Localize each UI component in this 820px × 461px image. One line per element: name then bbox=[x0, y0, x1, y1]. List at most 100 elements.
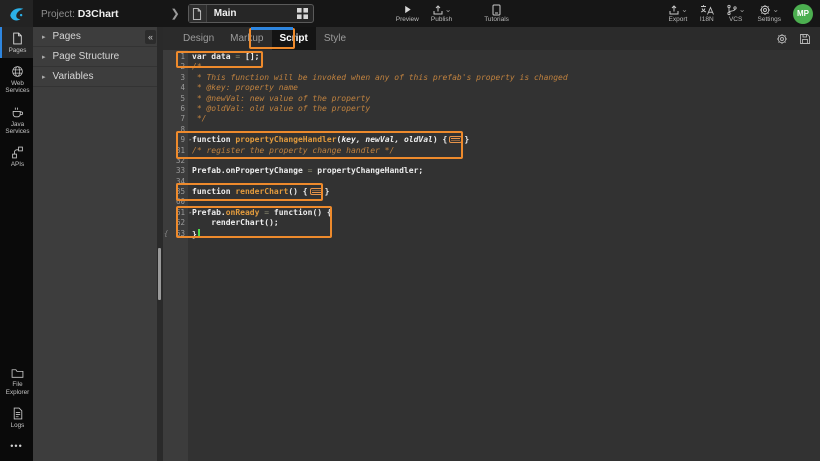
code-line-text[interactable] bbox=[188, 197, 192, 207]
code-line-text[interactable]: * This function will be invoked when any… bbox=[188, 73, 568, 83]
user-avatar[interactable]: MP bbox=[793, 4, 813, 24]
line-number: 8 bbox=[163, 125, 188, 135]
code-line-text[interactable]: function renderChart() {} bbox=[188, 187, 329, 197]
sidebar-item-web-services[interactable]: Web Services bbox=[0, 60, 33, 98]
code-content[interactable]: 1var data = [];2/*3 * This function will… bbox=[163, 52, 820, 239]
panel-section-variables[interactable]: ▸ Variables bbox=[33, 67, 157, 87]
tab-script[interactable]: Script bbox=[272, 27, 316, 50]
pages-panel: ▸ Pages « ▸ Page Structure ▸ Variables bbox=[33, 27, 157, 461]
code-line-text[interactable]: Prefab.onReady = function() { bbox=[188, 208, 332, 218]
code-line[interactable]: 34 bbox=[163, 177, 820, 187]
line-number: 3 bbox=[163, 73, 188, 83]
gear-icon bbox=[759, 4, 771, 16]
fold-arrow-icon[interactable]: ▸ bbox=[189, 135, 192, 145]
line-number: 34 bbox=[163, 177, 188, 187]
code-line-text[interactable]: renderChart(); bbox=[188, 218, 279, 228]
more-options-icon[interactable]: ••• bbox=[0, 435, 33, 457]
sidebar-item-label: Web Services bbox=[2, 80, 33, 94]
code-line[interactable]: 3 * This function will be invoked when a… bbox=[163, 73, 820, 83]
logs-icon bbox=[12, 407, 24, 420]
code-line-text[interactable]: */ bbox=[188, 114, 206, 124]
tab-markup[interactable]: Markup bbox=[222, 27, 271, 50]
line-number: 31 bbox=[163, 146, 188, 156]
settings-button[interactable]: ⌄ Settings bbox=[758, 3, 782, 24]
sidebar-item-label: Logs bbox=[11, 422, 25, 429]
save-icon[interactable] bbox=[799, 33, 811, 45]
export-label: Export bbox=[669, 17, 688, 24]
editor-strip-icons bbox=[776, 27, 811, 50]
panel-section-page-structure[interactable]: ▸ Page Structure bbox=[33, 47, 157, 67]
wavemaker-logo[interactable] bbox=[0, 0, 33, 27]
code-line-text[interactable]: function propertyChangeHandler(key, newV… bbox=[188, 135, 469, 145]
editor-tab-strip: Design Markup Script Style bbox=[163, 27, 820, 50]
sidebar-item-apis[interactable]: APIs bbox=[0, 141, 33, 172]
code-line[interactable]: 62 renderChart(); bbox=[163, 218, 820, 228]
code-line-text[interactable]: * @oldVal: old value of the property bbox=[188, 104, 370, 114]
collapsed-code-icon[interactable] bbox=[310, 188, 323, 195]
code-line-text[interactable] bbox=[188, 156, 192, 166]
line-number: 61▸ bbox=[163, 208, 188, 218]
panel-scrollbar[interactable] bbox=[157, 27, 163, 461]
code-line[interactable]: 7 */ bbox=[163, 114, 820, 124]
code-line-text[interactable]: /* register the property change handler … bbox=[188, 146, 394, 156]
code-line[interactable]: 8 bbox=[163, 125, 820, 135]
web-services-icon bbox=[11, 65, 24, 78]
script-editor[interactable]: 1var data = [];2/*3 * This function will… bbox=[163, 50, 820, 461]
tab-design[interactable]: Design bbox=[175, 27, 222, 50]
sidebar-item-logs[interactable]: Logs bbox=[0, 402, 33, 433]
code-line-text[interactable]: Prefab.onPropertyChange = propertyChange… bbox=[188, 166, 423, 176]
wavemaker-logo-icon bbox=[8, 5, 26, 23]
code-line-text[interactable] bbox=[188, 125, 192, 135]
code-line-text[interactable]: var data = []; bbox=[188, 52, 259, 62]
tab-style[interactable]: Style bbox=[316, 27, 354, 50]
code-line[interactable]: 32 bbox=[163, 156, 820, 166]
preview-label: Preview bbox=[396, 17, 419, 24]
code-line[interactable]: 6 * @oldVal: old value of the property bbox=[163, 104, 820, 114]
code-line-text[interactable]: /* bbox=[188, 62, 202, 72]
i18n-button[interactable]: I18N bbox=[700, 3, 714, 24]
code-line-text[interactable] bbox=[188, 177, 192, 187]
code-line[interactable]: 61▸Prefab.onReady = function() { bbox=[163, 208, 820, 218]
panel-section-pages[interactable]: ▸ Pages « bbox=[33, 27, 157, 47]
expand-arrow-icon: ▸ bbox=[42, 73, 46, 81]
gutter-marker-icon: { bbox=[164, 229, 168, 239]
export-button[interactable]: ⌄ Export bbox=[668, 3, 688, 24]
code-line[interactable]: 1var data = []; bbox=[163, 52, 820, 62]
code-line[interactable]: 31/* register the property change handle… bbox=[163, 146, 820, 156]
code-line[interactable]: {63} bbox=[163, 229, 820, 239]
vcs-button[interactable]: ⌄ VCS bbox=[726, 3, 746, 24]
code-line[interactable]: 2/* bbox=[163, 62, 820, 72]
code-line[interactable]: 9▸function propertyChangeHandler(key, ne… bbox=[163, 135, 820, 145]
code-line-text[interactable]: } bbox=[188, 229, 200, 239]
fold-arrow-icon[interactable]: ▸ bbox=[189, 208, 192, 218]
tutorials-icon bbox=[491, 3, 502, 16]
sidebar-item-file-explorer[interactable]: File Explorer bbox=[0, 362, 33, 399]
chevron-down-icon: ⌄ bbox=[772, 6, 779, 14]
code-line[interactable]: 33Prefab.onPropertyChange = propertyChan… bbox=[163, 166, 820, 176]
grid-view-icon[interactable] bbox=[297, 8, 308, 19]
top-bar: Project: D3Chart ❯ Main Preview ⌄ bbox=[0, 0, 820, 27]
code-line[interactable]: 5 * @newVal: new value of the property bbox=[163, 94, 820, 104]
line-number: 32 bbox=[163, 156, 188, 166]
sidebar-item-java-services[interactable]: Java Services bbox=[0, 101, 33, 139]
code-line-text[interactable]: * @newVal: new value of the property bbox=[188, 94, 370, 104]
code-line-text[interactable]: * @key: property name bbox=[188, 83, 298, 93]
line-number: 5 bbox=[163, 94, 188, 104]
code-line[interactable]: 35function renderChart() {} bbox=[163, 187, 820, 197]
code-line[interactable]: 60 bbox=[163, 197, 820, 207]
publish-button[interactable]: ⌄ Publish bbox=[431, 3, 452, 24]
chevron-right-icon: ❯ bbox=[171, 7, 180, 20]
sidebar-item-label: Pages bbox=[9, 47, 27, 54]
sidebar-item-pages[interactable]: Pages bbox=[0, 27, 33, 58]
collapse-panel-button[interactable]: « bbox=[145, 30, 156, 44]
code-line[interactable]: 4 * @key: property name bbox=[163, 83, 820, 93]
open-page-tab[interactable]: Main bbox=[188, 4, 314, 23]
line-number: 62 bbox=[163, 218, 188, 228]
line-number: 1 bbox=[163, 52, 188, 62]
line-number: {63 bbox=[163, 229, 188, 239]
preview-button[interactable]: Preview bbox=[396, 3, 419, 24]
editor-settings-gear-icon[interactable] bbox=[776, 33, 788, 45]
collapsed-code-icon[interactable] bbox=[449, 136, 462, 143]
tutorials-button[interactable]: Tutorials bbox=[484, 3, 509, 24]
scrollbar-thumb[interactable] bbox=[158, 248, 161, 300]
